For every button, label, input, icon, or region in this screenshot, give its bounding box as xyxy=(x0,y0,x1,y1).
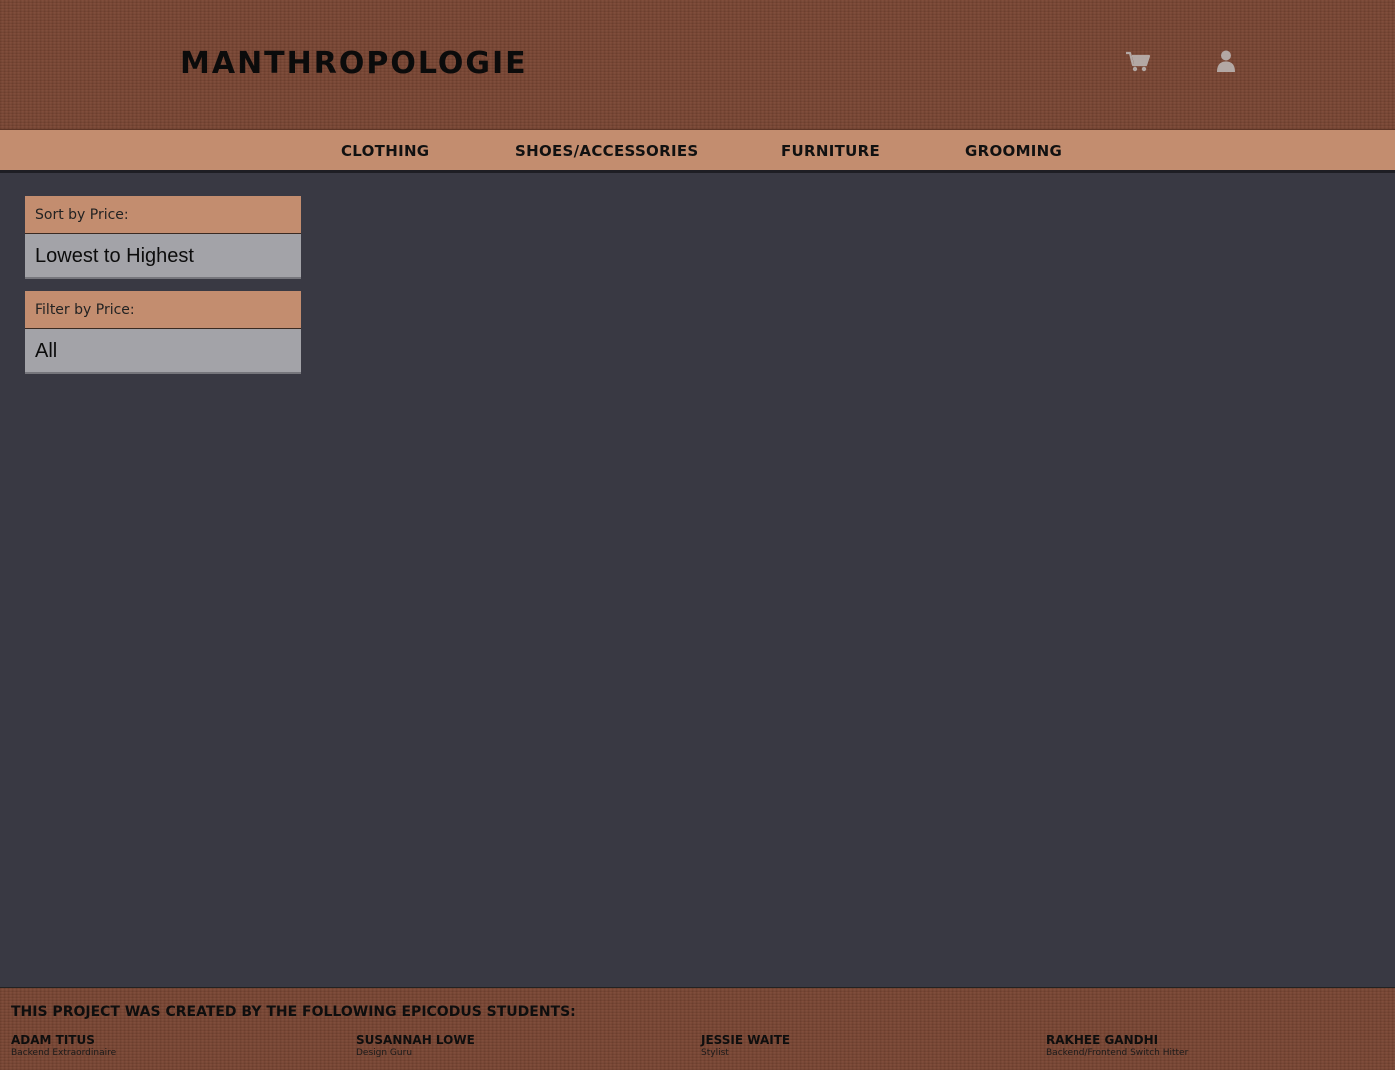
site-footer: THIS PROJECT WAS CREATED BY THE FOLLOWIN… xyxy=(0,987,1395,1070)
site-header: MANTHROPOLOGIE xyxy=(0,0,1395,129)
nav-item-clothing[interactable]: CLOTHING xyxy=(341,130,429,170)
student-role: Design Guru xyxy=(356,1048,413,1058)
student-role: Backend/Frontend Switch Hitter xyxy=(1046,1048,1189,1058)
filter-by-price-panel: Filter by Price: All xyxy=(25,291,301,374)
student-credit: SUSANNAH LOWE Design Guru xyxy=(356,1033,686,1059)
student-credit: RAKHEE GANDHI Backend/Frontend Switch Hi… xyxy=(1046,1033,1376,1059)
filter-by-price-label: Filter by Price: xyxy=(25,291,301,329)
nav-item-grooming[interactable]: GROOMING xyxy=(965,130,1062,170)
credits-title: THIS PROJECT WAS CREATED BY THE FOLLOWIN… xyxy=(11,1004,576,1020)
student-credit: JESSIE WAITE Stylist xyxy=(701,1033,1031,1059)
shopping-cart-icon[interactable] xyxy=(1125,48,1151,74)
sort-by-price-label: Sort by Price: xyxy=(25,196,301,234)
student-role: Backend Extraordinaire xyxy=(11,1048,117,1058)
student-name: SUSANNAH LOWE xyxy=(356,1033,475,1047)
nav-item-shoes-accessories[interactable]: SHOES/ACCESSORIES xyxy=(515,130,698,170)
product-area xyxy=(320,196,1370,966)
main-nav: CLOTHING SHOES/ACCESSORIES FURNITURE GRO… xyxy=(0,129,1395,170)
student-role: Stylist xyxy=(701,1048,729,1058)
student-name: RAKHEE GANDHI xyxy=(1046,1033,1159,1047)
brand-logo[interactable]: MANTHROPOLOGIE xyxy=(180,44,528,84)
student-credit: ADAM TITUS Backend Extraordinaire xyxy=(11,1033,341,1059)
sort-by-price-panel: Sort by Price: Lowest to Highest xyxy=(25,196,301,279)
student-name: JESSIE WAITE xyxy=(701,1033,791,1047)
student-name: ADAM TITUS xyxy=(11,1033,95,1047)
filter-by-price-select[interactable]: All xyxy=(25,329,301,374)
sort-by-price-select[interactable]: Lowest to Highest xyxy=(25,234,301,279)
nav-item-furniture[interactable]: FURNITURE xyxy=(781,130,880,170)
user-icon[interactable] xyxy=(1213,48,1239,74)
